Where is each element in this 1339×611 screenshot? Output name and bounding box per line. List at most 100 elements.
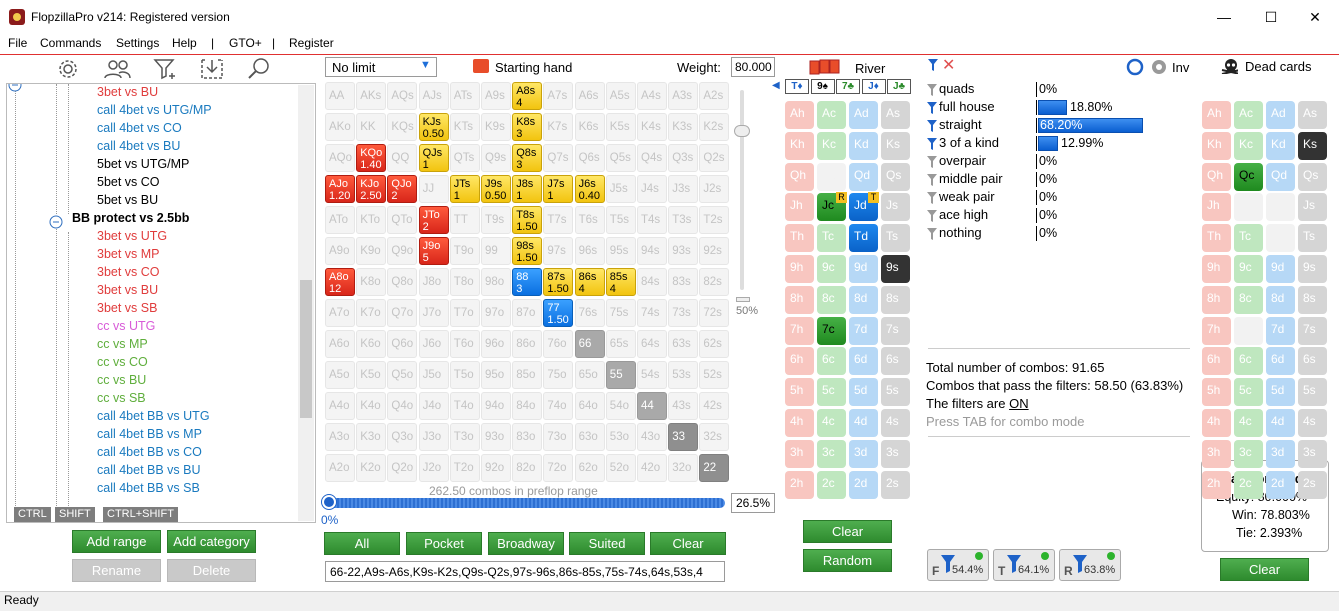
- menu-gto[interactable]: GTO+: [229, 36, 262, 50]
- hand-cell[interactable]: K2s: [699, 113, 730, 141]
- hand-cell[interactable]: KQo 1.40: [356, 144, 387, 172]
- collapse-icon[interactable]: [8, 83, 22, 92]
- hand-cell[interactable]: KJo 2.50: [356, 175, 387, 203]
- tree-range-item[interactable]: call 4bet BB vs BU: [97, 463, 201, 477]
- hand-cell[interactable]: 95o: [481, 361, 511, 389]
- hand-cell[interactable]: T9o: [449, 237, 480, 265]
- hand-cell[interactable]: 55: [605, 361, 636, 389]
- board-card[interactable]: 4c: [817, 409, 846, 437]
- hand-filter-icon[interactable]: [927, 102, 937, 114]
- hand-category-label[interactable]: full house: [939, 99, 995, 114]
- board-card[interactable]: T♦: [785, 79, 809, 94]
- broadway-button[interactable]: Broadway: [488, 532, 564, 555]
- hand-cell[interactable]: 54s: [637, 361, 667, 389]
- hand-cell[interactable]: QTo: [387, 206, 418, 234]
- hand-cell[interactable]: J2s: [699, 175, 730, 203]
- hand-cell[interactable]: TT: [449, 206, 480, 234]
- board-card[interactable]: 7♣: [836, 79, 860, 94]
- hand-category-label[interactable]: quads: [939, 81, 974, 96]
- hand-cell[interactable]: AA: [325, 82, 355, 110]
- board-card[interactable]: 4s: [881, 409, 910, 437]
- hand-cell[interactable]: 76s: [574, 299, 605, 327]
- range-text-input[interactable]: 66-22,A9s-A6s,K9s-K2s,Q9s-Q2s,97s-96s,86…: [325, 561, 725, 582]
- hand-cell[interactable]: Q2o: [387, 454, 418, 482]
- hand-cell[interactable]: A9s: [481, 82, 511, 110]
- hand-cell[interactable]: 87s 1.50: [543, 268, 574, 296]
- hand-cell[interactable]: T6s: [574, 206, 605, 234]
- board-card[interactable]: 2h: [785, 470, 814, 499]
- dead-card[interactable]: Jc: [1234, 193, 1263, 222]
- dead-card[interactable]: 9h: [1202, 255, 1231, 283]
- dead-card[interactable]: Ks: [1298, 131, 1327, 160]
- hand-cell[interactable]: A3o: [325, 423, 355, 451]
- dead-card[interactable]: 4d: [1266, 409, 1295, 437]
- board-clear-button[interactable]: Clear: [803, 520, 892, 543]
- board-random-button[interactable]: Random: [803, 549, 892, 572]
- hand-cell[interactable]: 54o: [605, 392, 636, 420]
- dead-card[interactable]: Ts: [1298, 224, 1327, 253]
- dropdown-arrow-icon[interactable]: ▼: [420, 59, 431, 71]
- maximize-button[interactable]: ☐: [1262, 8, 1280, 26]
- board-card[interactable]: J♣: [887, 79, 911, 94]
- board-card[interactable]: Ts: [881, 224, 910, 253]
- hand-cell[interactable]: A8o 12: [325, 268, 355, 296]
- hand-cell[interactable]: KK: [356, 113, 387, 141]
- tree-range-item[interactable]: cc vs MP: [97, 337, 148, 351]
- hand-category-label[interactable]: nothing: [939, 225, 982, 240]
- hand-cell[interactable]: J7o: [418, 299, 449, 327]
- dead-card[interactable]: 9d: [1266, 255, 1295, 283]
- dead-card[interactable]: 9s: [1298, 255, 1327, 283]
- dead-card[interactable]: Qc: [1234, 162, 1263, 191]
- hand-cell[interactable]: 83o: [512, 423, 543, 451]
- dead-card[interactable]: 2c: [1234, 470, 1263, 499]
- hand-cell[interactable]: A7s: [543, 82, 574, 110]
- hand-cell[interactable]: T4o: [449, 392, 480, 420]
- hand-cell[interactable]: ATo: [325, 206, 355, 234]
- hand-cell[interactable]: AQo: [325, 144, 355, 172]
- hand-cell[interactable]: K6s: [574, 113, 605, 141]
- board-card[interactable]: 8s: [881, 285, 910, 314]
- hand-cell[interactable]: K8o: [356, 268, 387, 296]
- board-card[interactable]: Td: [849, 224, 878, 253]
- board-card[interactable]: 7h: [785, 316, 814, 345]
- dead-card[interactable]: 6s: [1298, 347, 1327, 376]
- tree-range-item[interactable]: cc vs BU: [97, 373, 146, 387]
- board-card[interactable]: Qs: [881, 162, 910, 191]
- board-card[interactable]: 8c: [817, 285, 846, 314]
- board-card[interactable]: Tc: [817, 224, 846, 253]
- dead-card[interactable]: Kc: [1234, 131, 1263, 160]
- hand-cell[interactable]: K9s: [481, 113, 511, 141]
- hand-cell[interactable]: Q5o: [387, 361, 418, 389]
- hand-cell[interactable]: K7s: [543, 113, 574, 141]
- dead-card[interactable]: As: [1298, 101, 1327, 129]
- hand-cell[interactable]: 96o: [481, 330, 511, 358]
- range-percent-input[interactable]: 26.5%: [731, 493, 775, 513]
- hand-cell[interactable]: Q4o: [387, 392, 418, 420]
- hand-filter-icon[interactable]: [927, 156, 937, 168]
- hand-cell[interactable]: 64s: [637, 330, 667, 358]
- settings-gear-icon[interactable]: [1150, 58, 1168, 76]
- import-icon[interactable]: [198, 56, 228, 82]
- dead-card[interactable]: 5s: [1298, 378, 1327, 407]
- hand-cell[interactable]: K9o: [356, 237, 387, 265]
- hand-cell[interactable]: T2s: [699, 206, 730, 234]
- hand-cell[interactable]: 93s: [668, 237, 699, 265]
- tree-range-item[interactable]: call 4bet vs CO: [97, 121, 182, 135]
- dead-card[interactable]: 5c: [1234, 378, 1263, 407]
- hand-cell[interactable]: K8s 3: [512, 113, 543, 141]
- dead-card[interactable]: 9c: [1234, 255, 1263, 283]
- street-filter-button[interactable]: T 64.1%: [993, 549, 1055, 581]
- hand-cell[interactable]: Q3s: [668, 144, 699, 172]
- menu-register[interactable]: Register: [289, 36, 334, 50]
- hand-cell[interactable]: 76o: [543, 330, 574, 358]
- hand-cell[interactable]: 86o: [512, 330, 543, 358]
- tree-range-item[interactable]: cc vs SB: [97, 391, 146, 405]
- hand-cell[interactable]: K4o: [356, 392, 387, 420]
- dead-card[interactable]: 7h: [1202, 316, 1231, 345]
- dead-card[interactable]: 6c: [1234, 347, 1263, 376]
- all-button[interactable]: All: [324, 532, 400, 555]
- street-filter-button[interactable]: R 63.8%: [1059, 549, 1121, 581]
- board-card[interactable]: Ks: [881, 131, 910, 160]
- hand-cell[interactable]: Q6s: [574, 144, 605, 172]
- hand-cell[interactable]: J9o 5: [418, 237, 449, 265]
